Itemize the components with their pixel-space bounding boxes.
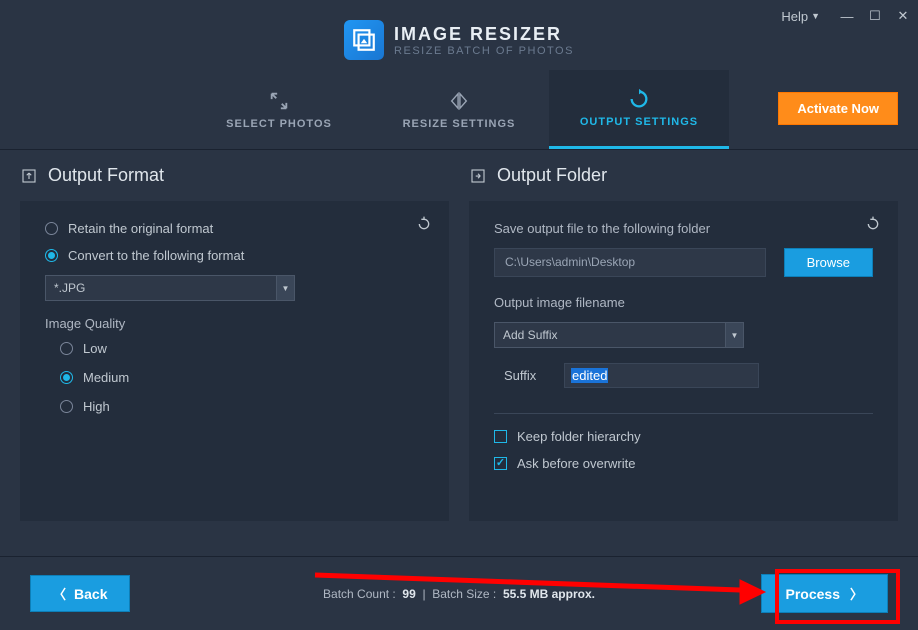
radio-icon <box>45 222 58 235</box>
tab-output-settings[interactable]: OUTPUT SETTINGS <box>549 70 729 149</box>
folder-icon <box>469 167 487 185</box>
filename-mode-combo[interactable]: Add Suffix ▼ <box>494 322 744 348</box>
save-folder-label: Save output file to the following folder <box>494 221 873 236</box>
chevron-right-icon: 〉 <box>850 584 863 603</box>
expand-icon <box>268 90 290 112</box>
output-format-panel: Output Format Retain the original format… <box>20 165 449 521</box>
app-logo-block: IMAGE RESIZER RESIZE BATCH OF PHOTOS <box>344 20 574 60</box>
suffix-label: Suffix <box>504 368 564 383</box>
undo-icon <box>416 216 432 232</box>
batch-info: Batch Count : 99 | Batch Size : 55.5 MB … <box>323 587 595 601</box>
radio-quality-high[interactable]: High <box>60 399 424 414</box>
maximize-button[interactable]: ☐ <box>868 8 882 24</box>
back-button[interactable]: 〈 Back <box>30 575 130 612</box>
app-logo-icon <box>344 20 384 60</box>
output-format-title: Output Format <box>20 165 449 186</box>
help-menu[interactable]: Help ▼ <box>781 9 820 24</box>
checkbox-icon <box>494 457 507 470</box>
reset-format-button[interactable] <box>411 211 437 237</box>
app-title: IMAGE RESIZER <box>394 24 574 45</box>
radio-icon <box>60 371 73 384</box>
check-ask-overwrite[interactable]: Ask before overwrite <box>494 456 873 471</box>
footer-bar: 〈 Back Batch Count : 99 | Batch Size : 5… <box>0 556 918 630</box>
radio-icon <box>60 400 73 413</box>
refresh-icon <box>628 88 650 110</box>
close-button[interactable]: ✕ <box>896 8 910 24</box>
output-path-field[interactable]: C:\Users\admin\Desktop <box>494 248 766 277</box>
chevron-down-icon[interactable]: ▼ <box>726 322 744 348</box>
radio-icon <box>60 342 73 355</box>
radio-quality-medium[interactable]: Medium <box>60 370 424 385</box>
reset-folder-button[interactable] <box>860 211 886 237</box>
format-combo[interactable]: *.JPG ▼ <box>45 275 295 301</box>
tab-select-photos[interactable]: SELECT PHOTOS <box>189 70 369 149</box>
checkbox-icon <box>494 430 507 443</box>
output-filename-label: Output image filename <box>494 295 873 310</box>
radio-quality-low[interactable]: Low <box>60 341 424 356</box>
browse-button[interactable]: Browse <box>784 248 873 277</box>
process-button[interactable]: Process 〉 <box>761 574 889 613</box>
activate-now-button[interactable]: Activate Now <box>778 92 898 125</box>
tab-bar: SELECT PHOTOS RESIZE SETTINGS OUTPUT SET… <box>0 70 918 150</box>
radio-retain-format[interactable]: Retain the original format <box>45 221 424 236</box>
output-folder-title: Output Folder <box>469 165 898 186</box>
radio-convert-format[interactable]: Convert to the following format <box>45 248 424 263</box>
chevron-left-icon: 〈 <box>53 584 66 603</box>
suffix-input[interactable]: edited <box>564 363 759 388</box>
output-folder-panel: Output Folder Save output file to the fo… <box>469 165 898 521</box>
export-icon <box>20 167 38 185</box>
app-subtitle: RESIZE BATCH OF PHOTOS <box>394 45 574 57</box>
image-quality-label: Image Quality <box>45 316 424 331</box>
chevron-down-icon: ▼ <box>811 11 820 21</box>
divider <box>494 413 873 414</box>
title-bar: IMAGE RESIZER RESIZE BATCH OF PHOTOS Hel… <box>0 0 918 70</box>
minimize-button[interactable]: — <box>840 9 854 24</box>
tab-resize-settings[interactable]: RESIZE SETTINGS <box>369 70 549 149</box>
radio-icon <box>45 249 58 262</box>
flip-icon <box>448 90 470 112</box>
check-keep-hierarchy[interactable]: Keep folder hierarchy <box>494 429 873 444</box>
chevron-down-icon[interactable]: ▼ <box>277 275 295 301</box>
undo-icon <box>865 216 881 232</box>
